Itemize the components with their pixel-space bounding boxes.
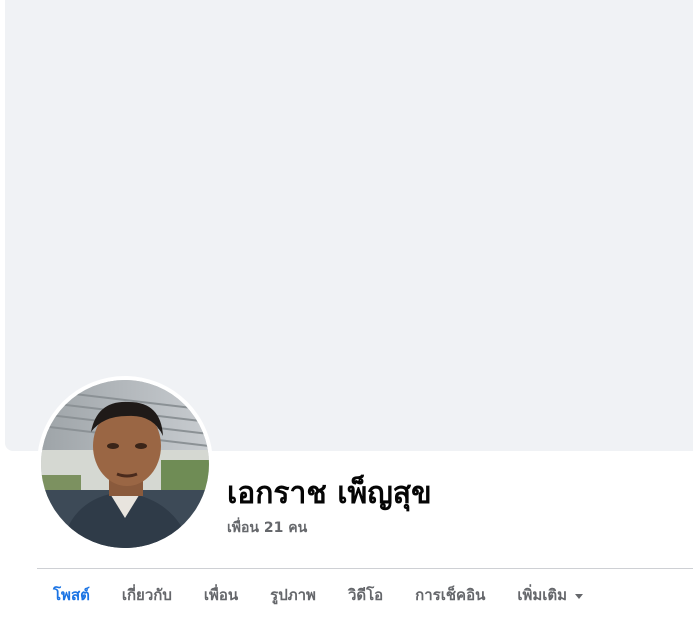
profile-avatar[interactable] — [41, 380, 209, 548]
tab-about[interactable]: เกี่ยวกับ — [106, 569, 188, 621]
friends-count[interactable]: เพื่อน 21 คน — [227, 517, 307, 539]
profile-name: เอกราช เพ็ญสุข — [227, 476, 432, 511]
tab-posts-label: โพสต์ — [53, 586, 90, 604]
tab-videos-label: วิดีโอ — [347, 586, 384, 604]
tab-about-label: เกี่ยวกับ — [121, 586, 172, 604]
tab-videos[interactable]: วิดีโอ — [332, 569, 399, 621]
tab-photos[interactable]: รูปภาพ — [254, 569, 332, 621]
tab-more[interactable]: เพิ่มเติม — [501, 569, 599, 621]
caret-down-icon — [575, 593, 584, 599]
tab-photos-label: รูปภาพ — [270, 586, 316, 604]
tab-checkins[interactable]: การเช็คอิน — [399, 569, 501, 621]
tab-friends[interactable]: เพื่อน — [188, 569, 254, 621]
tab-friends-label: เพื่อน — [203, 586, 239, 604]
tab-posts[interactable]: โพสต์ — [37, 569, 106, 621]
tab-checkins-label: การเช็คอิน — [415, 586, 486, 604]
tab-more-label: เพิ่มเติม — [517, 586, 568, 604]
avatar-photo-icon — [41, 380, 209, 548]
profile-tabs: โพสต์ เกี่ยวกับ เพื่อน รูปภาพ วิดีโอ การ… — [37, 569, 599, 621]
profile-page: เอกราช เพ็ญสุข เพื่อน 21 คน โพสต์ เกี่ยว… — [0, 0, 693, 621]
